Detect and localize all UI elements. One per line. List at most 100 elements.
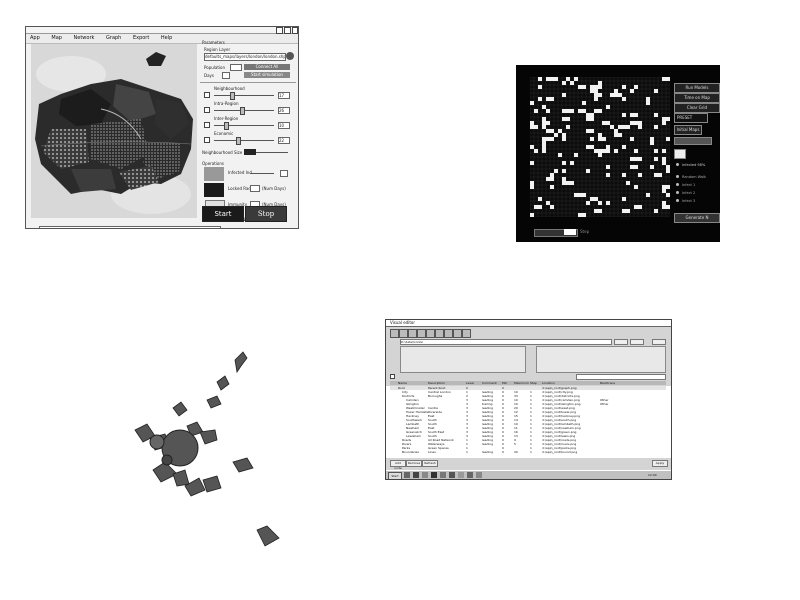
taskbar-app-icon[interactable] [449, 472, 455, 478]
column-header[interactable]: Level [466, 381, 474, 385]
start-menu-button[interactable]: Start [388, 472, 402, 479]
column-header[interactable]: Comment [482, 381, 497, 385]
menu-network[interactable]: Network [74, 34, 95, 43]
inter-region-slider[interactable] [214, 125, 274, 126]
economic-checkbox[interactable] [204, 137, 210, 143]
clear-grid-button[interactable]: Clear Grid [674, 103, 720, 113]
neighbourhood-checkbox[interactable] [204, 92, 210, 98]
economic-value[interactable]: 22 [278, 137, 290, 144]
save-icon[interactable] [408, 329, 417, 338]
browse-button[interactable] [614, 339, 628, 345]
inter-region-checkbox[interactable] [204, 122, 210, 128]
refresh-button[interactable]: Refresh [422, 460, 438, 467]
connect-all-button[interactable]: Connect All [244, 64, 290, 70]
generate-button[interactable]: Generate N [674, 213, 720, 223]
apply-button[interactable]: Apply [652, 460, 668, 467]
taskbar-app-icon[interactable] [422, 472, 428, 478]
locked-value[interactable] [250, 185, 260, 192]
option-infect-3[interactable]: Infect 3 [676, 199, 695, 203]
add-node-button[interactable]: Add node [390, 460, 406, 470]
file-path-field[interactable]: defaults_maps/layers/london/london.shp [204, 53, 286, 61]
open-icon[interactable] [399, 329, 408, 338]
start-simulation-button[interactable]: Start simulation [244, 72, 290, 78]
column-header[interactable]: Description [428, 381, 445, 385]
initial-maps-button[interactable]: Initial Maps [674, 125, 702, 135]
economic-slider[interactable] [214, 140, 274, 141]
maximize-button[interactable] [284, 27, 291, 34]
taskbar-app-icon[interactable] [404, 472, 410, 478]
menu-map[interactable]: Map [51, 34, 62, 43]
neighbourhood-value[interactable]: 17 [278, 92, 290, 99]
taskbar-app-icon[interactable] [467, 472, 473, 478]
days-input[interactable] [222, 72, 230, 79]
remove-button[interactable]: Remove [406, 460, 422, 467]
filter-checkbox[interactable] [390, 374, 395, 379]
options-button[interactable] [652, 339, 666, 345]
speed-slider[interactable] [674, 137, 712, 145]
tree-table[interactable]: Root Parent Root 0 0 d:\app\_root\graph.png C… [386, 386, 671, 458]
copy-icon[interactable] [426, 329, 435, 338]
option-infect-2[interactable]: Infect 2 [676, 191, 695, 195]
search-field[interactable] [576, 374, 666, 380]
notes-box[interactable] [536, 346, 666, 373]
infected-value[interactable] [280, 170, 288, 177]
slider-knob[interactable] [230, 92, 235, 100]
minimize-button[interactable] [276, 27, 283, 34]
option-random-walk[interactable]: Random Walk [676, 175, 706, 179]
progress-bar [39, 226, 221, 228]
simulation-grid[interactable] [530, 77, 670, 217]
new-icon[interactable] [390, 329, 399, 338]
column-header[interactable]: Location [542, 381, 555, 385]
preset-dropdown[interactable]: PRESET [674, 113, 708, 123]
intra-region-checkbox[interactable] [204, 107, 210, 113]
menu-app[interactable]: App [30, 34, 40, 43]
grid-cell-active [530, 185, 534, 189]
description-box[interactable] [400, 346, 526, 373]
infected-icon[interactable] [204, 167, 224, 181]
neighbourhood-slider[interactable] [214, 95, 274, 96]
option-infect-1[interactable]: Infect 1 [676, 183, 695, 187]
column-header[interactable]: Maximum [514, 381, 529, 385]
taskbar-app-icon[interactable] [440, 472, 446, 478]
grid-cell-active [594, 97, 598, 101]
stop-button[interactable]: Stop [245, 206, 287, 222]
column-header[interactable]: Name [398, 381, 407, 385]
intra-region-value[interactable]: 26 [278, 107, 290, 114]
cut-icon[interactable] [417, 329, 426, 338]
map-view[interactable] [31, 44, 197, 218]
slider-knob[interactable] [240, 107, 245, 115]
cartogram-view[interactable] [125, 350, 295, 555]
close-button[interactable] [292, 27, 298, 34]
menu-export[interactable]: Export [133, 34, 149, 43]
time-on-map-button[interactable]: Time on Map [674, 93, 720, 103]
print-icon[interactable] [453, 329, 462, 338]
inter-region-value[interactable]: 10 [278, 122, 290, 129]
menu-help[interactable]: Help [161, 34, 172, 43]
locked-icon[interactable] [204, 183, 224, 197]
table-row[interactable]: Boundaries Lines 1 leading 0 20 1 d:\app\_root\… [390, 450, 666, 454]
slider-knob[interactable] [224, 122, 229, 130]
population-input[interactable] [230, 64, 242, 71]
column-header[interactable]: Backtrace [600, 381, 615, 385]
folder-icon[interactable] [286, 52, 294, 60]
column-header[interactable]: Min [502, 381, 507, 385]
infected-slider[interactable] [250, 173, 274, 174]
start-button[interactable]: Start [202, 206, 244, 222]
step-field[interactable] [674, 149, 686, 159]
path-field[interactable]: D:\data\london [400, 339, 612, 345]
column-header[interactable]: Step [530, 381, 537, 385]
go-button[interactable] [630, 339, 644, 345]
help-icon[interactable] [462, 329, 471, 338]
paste-icon[interactable] [435, 329, 444, 338]
taskbar-app-icon[interactable] [476, 472, 482, 478]
grid-cell-active [566, 181, 574, 185]
taskbar-app-icon[interactable] [458, 472, 464, 478]
slider-knob[interactable] [236, 137, 241, 145]
taskbar-app-icon[interactable] [431, 472, 437, 478]
taskbar-app-icon[interactable] [413, 472, 419, 478]
delete-icon[interactable] [444, 329, 453, 338]
run-models-button[interactable]: Run Models [674, 83, 720, 93]
title-bar: Visual editor [386, 320, 671, 327]
menu-graph[interactable]: Graph [106, 34, 121, 43]
grid-cell-active [594, 209, 602, 213]
